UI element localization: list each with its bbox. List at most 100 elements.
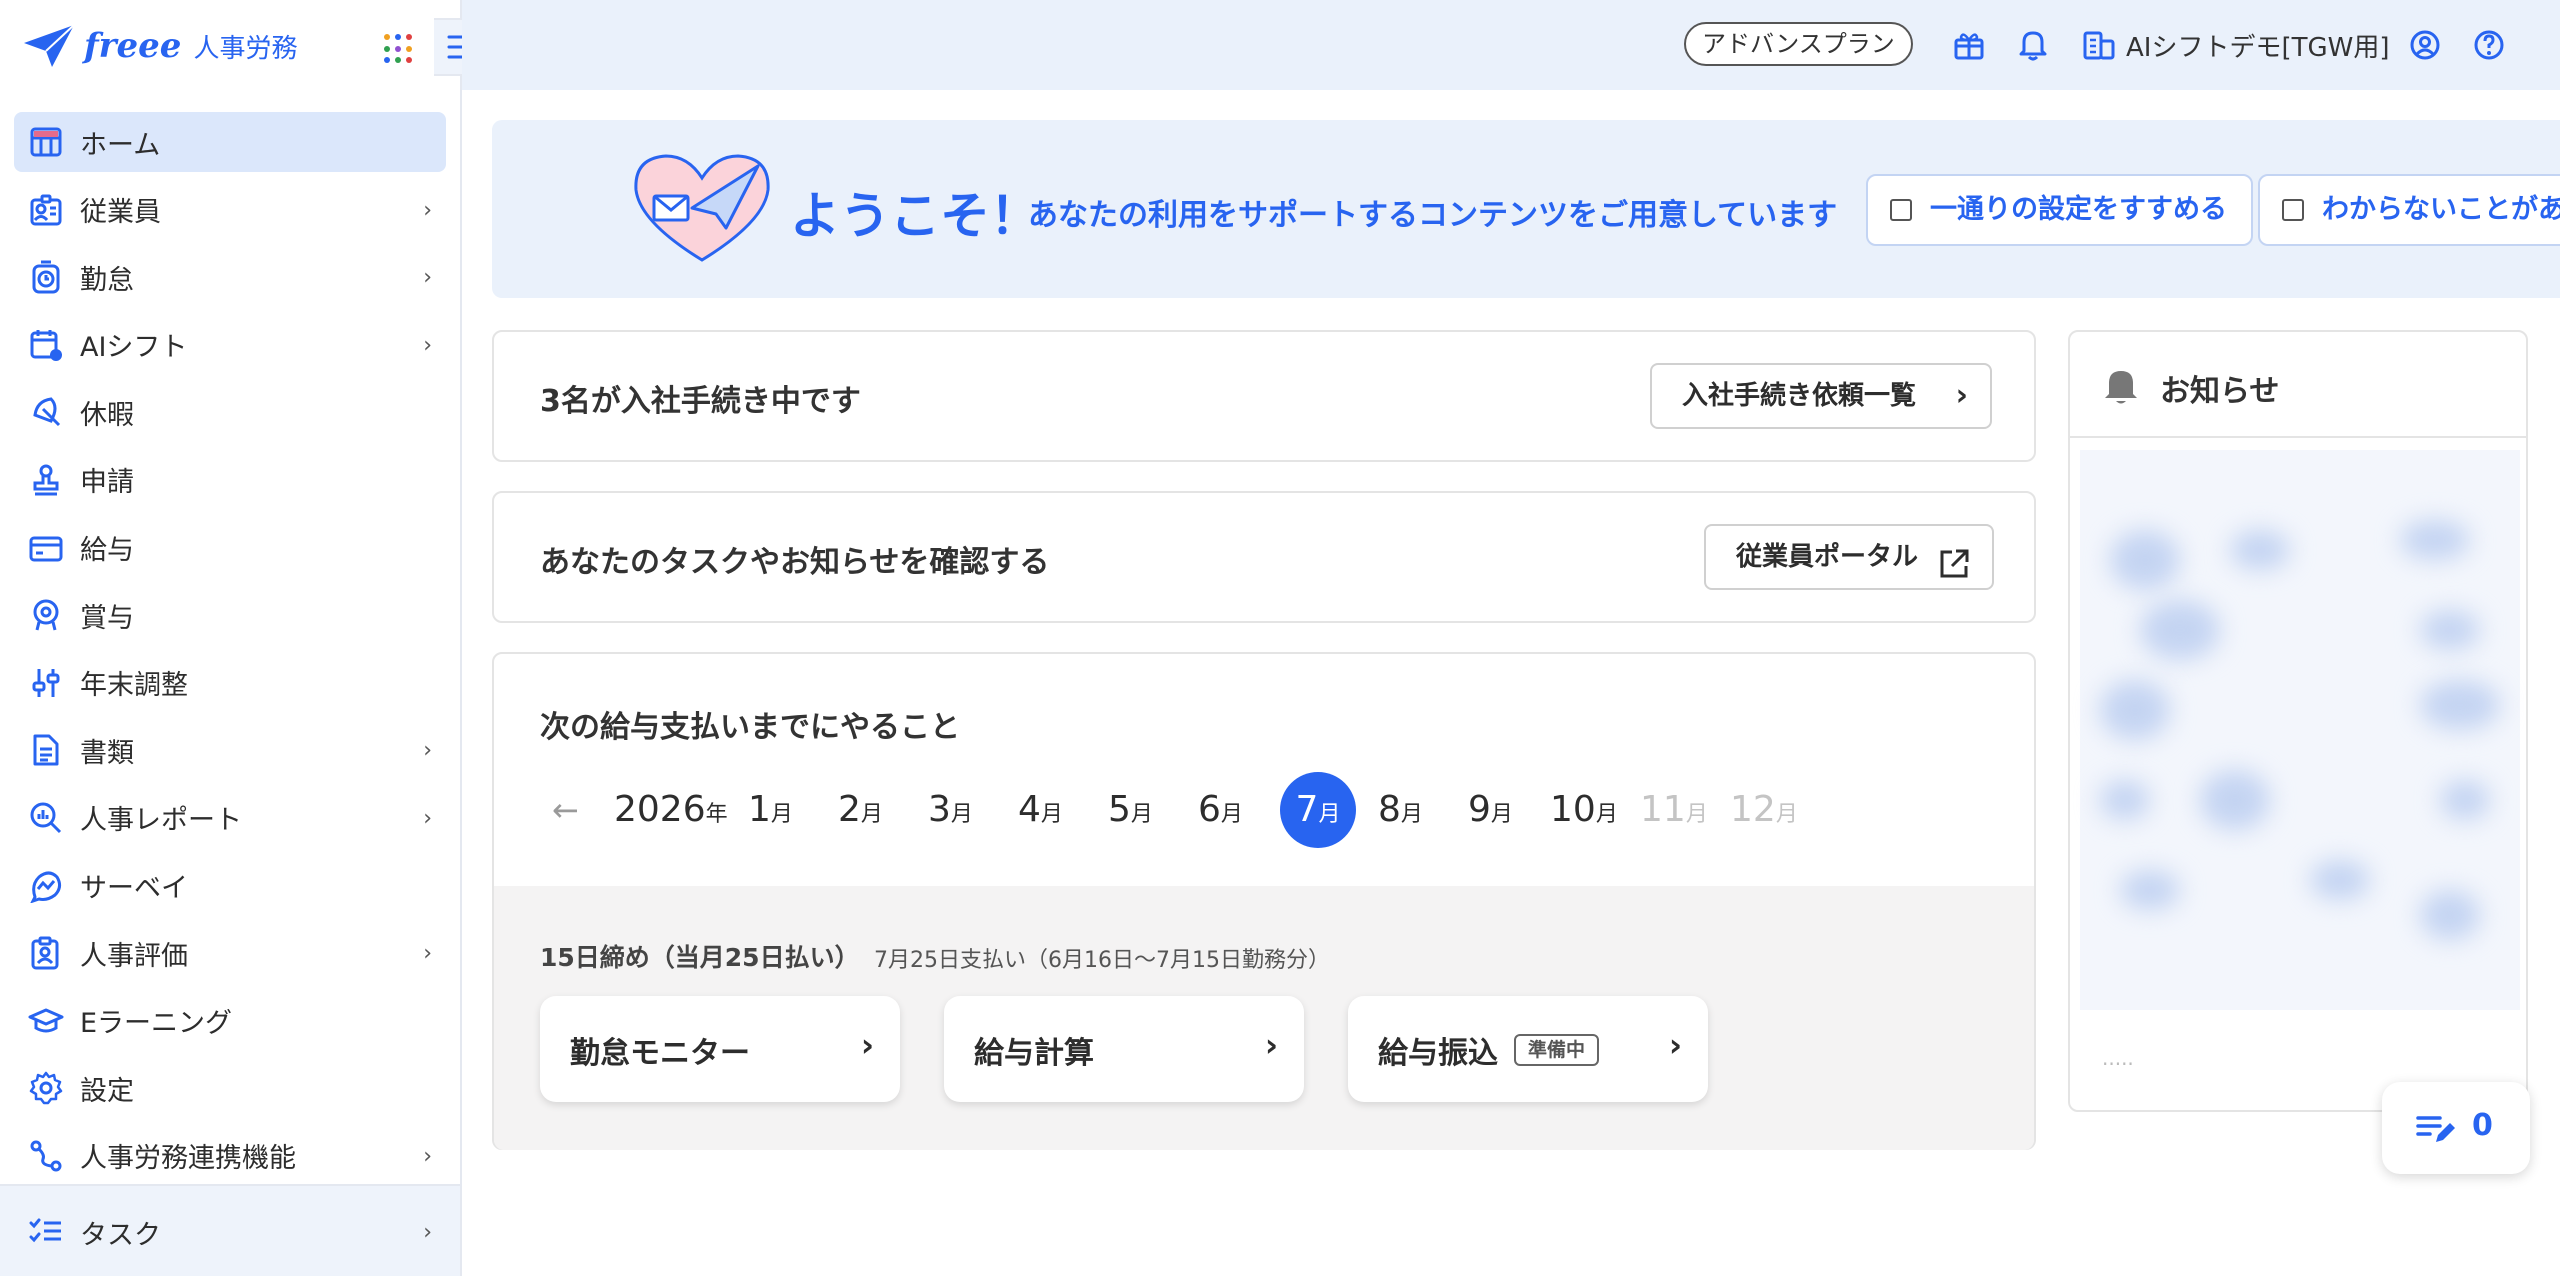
month-3[interactable]: 3月	[928, 772, 973, 848]
stopwatch-icon	[28, 259, 64, 295]
sidebar-item-label: AIシフト	[80, 332, 188, 364]
help-icon[interactable]	[2470, 26, 2508, 64]
sidebar-item-attendance[interactable]: 勤怠 ›	[14, 247, 446, 307]
month-4[interactable]: 4月	[1018, 772, 1063, 848]
month-8[interactable]: 8月	[1378, 772, 1423, 848]
sidebar-item-label: 年末調整	[80, 670, 188, 702]
chevron-right-icon: ›	[423, 738, 432, 764]
document-icon	[28, 732, 64, 768]
sidebar-item-evaluation[interactable]: 人事評価 ›	[14, 923, 446, 983]
onboarding-title: 3名が入社手続き中です	[540, 384, 861, 419]
sidebar-item-ai-shift[interactable]: AIシフト ›	[14, 315, 446, 375]
month-7-selected[interactable]: 7月	[1280, 772, 1356, 848]
step-label: 給与振込	[1378, 1036, 1498, 1071]
sidebar-item-elearning[interactable]: Eラーニング	[14, 991, 446, 1051]
month-1[interactable]: 1月	[748, 772, 793, 848]
heart-envelope-illustration	[634, 154, 770, 262]
sidebar-item-settings[interactable]: 設定	[14, 1058, 446, 1118]
bell-icon	[2105, 371, 2137, 404]
notice-header: お知らせ	[2070, 332, 2526, 438]
employee-card-icon	[28, 192, 64, 228]
sidebar-item-label: 勤怠	[80, 264, 134, 296]
employee-portal-button[interactable]: 従業員ポータル	[1704, 524, 1995, 590]
brand-name: freee	[84, 26, 182, 66]
setup-guide-button[interactable]: 一通りの設定をすすめる	[1866, 174, 2253, 246]
sidebar-item-label: Eラーニング	[80, 1008, 233, 1040]
status-badge: 準備中	[1514, 1034, 1600, 1066]
sliders-icon	[28, 665, 64, 701]
notice-more-link[interactable]: ·····	[2102, 1052, 2134, 1076]
paper-plane-logo-icon	[24, 24, 75, 67]
sidebar-nav: ホーム 従業員 › 勤怠 › AIシフト › 休暇 申請 給与 賞与 年末調整 …	[14, 112, 446, 1194]
account-icon[interactable]	[2406, 26, 2444, 64]
onboarding-list-button[interactable]: 入社手続き依頼一覧 ›	[1650, 363, 1993, 429]
company-switcher[interactable]: AIシフトデモ[TGW用]	[2082, 22, 2389, 68]
umbrella-icon	[28, 394, 64, 430]
clipboard-person-icon	[28, 935, 64, 971]
sidebar-item-label: タスク	[80, 1219, 161, 1251]
checkbox-icon	[1890, 199, 1912, 221]
notification-bell-icon[interactable]	[2014, 26, 2052, 64]
chevron-right-icon: ›	[1955, 378, 1969, 413]
month-selector: ← 2026年 1月 2月 3月 4月 5月 6月 7月 8月 9月 10月 1…	[540, 772, 1840, 848]
checkbox-icon	[2282, 199, 2304, 221]
logo-row: freee 人事労務	[0, 0, 494, 92]
chevron-right-icon: ›	[423, 332, 432, 358]
sidebar-item-label: 人事労務連携機能	[80, 1143, 296, 1175]
freee-logo[interactable]: freee 人事労務	[22, 18, 297, 74]
arrow-left-icon[interactable]: ←	[552, 772, 579, 848]
sidebar-item-home[interactable]: ホーム	[14, 112, 446, 172]
sidebar-item-label: 人事レポート	[80, 805, 242, 837]
sidebar-item-tasks[interactable]: タスク ›	[14, 1202, 446, 1262]
year-label: 2026年	[614, 789, 728, 830]
medal-icon	[28, 597, 64, 633]
sidebar-item-integrations[interactable]: 人事労務連携機能 ›	[14, 1126, 446, 1186]
chevron-right-icon: ›	[423, 265, 432, 291]
task-count: 0	[2472, 1108, 2493, 1143]
chevron-right-icon: ›	[860, 1026, 874, 1064]
faq-button[interactable]: わからないことがあ	[2258, 174, 2560, 246]
chevron-right-icon: ›	[423, 941, 432, 967]
month-12-disabled: 12月	[1730, 789, 1798, 830]
chevron-right-icon: ›	[1668, 1026, 1682, 1064]
pay-period-label: 7月25日支払い（6月16日〜7月15日勤務分）	[874, 948, 1330, 973]
task-fab[interactable]: 0	[2382, 1082, 2530, 1174]
sidebar-item-label: 設定	[80, 1075, 134, 1107]
sidebar-item-employees[interactable]: 従業員 ›	[14, 180, 446, 240]
sidebar-item-label: ホーム	[80, 129, 161, 161]
chevron-right-icon: ›	[423, 805, 432, 831]
month-10[interactable]: 10月	[1550, 772, 1618, 848]
sidebar-item-requests[interactable]: 申請	[14, 450, 446, 510]
month-5[interactable]: 5月	[1108, 772, 1153, 848]
notice-content-blurred	[2080, 450, 2520, 1010]
attendance-monitor-button[interactable]: 勤怠モニター ›	[540, 996, 900, 1102]
product-name: 人事労務	[193, 33, 298, 64]
gift-icon[interactable]	[1950, 26, 1988, 64]
sidebar-item-bonus[interactable]: 賞与	[14, 585, 446, 645]
sidebar-item-label: 書類	[80, 737, 134, 769]
month-9[interactable]: 9月	[1468, 772, 1513, 848]
month-2[interactable]: 2月	[838, 772, 883, 848]
month-11-disabled: 11月	[1640, 789, 1708, 830]
sidebar-item-label: 給与	[80, 535, 134, 567]
company-name: AIシフトデモ[TGW用]	[2126, 32, 2390, 63]
building-icon	[2083, 31, 2115, 60]
plan-badge[interactable]: アドバンスプラン	[1684, 22, 1913, 66]
app-switcher-icon[interactable]	[384, 34, 414, 64]
faq-label: わからないことがあ	[2322, 194, 2560, 225]
sidebar-item-documents[interactable]: 書類 ›	[14, 720, 446, 780]
payroll-calculation-button[interactable]: 給与計算 ›	[944, 996, 1304, 1102]
sidebar-item-label: サーベイ	[80, 873, 188, 905]
sidebar-item-leave[interactable]: 休暇	[14, 382, 446, 442]
sidebar-item-hr-report[interactable]: 人事レポート ›	[14, 788, 446, 848]
step-label: 勤怠モニター	[570, 1036, 750, 1071]
sidebar-item-year-end[interactable]: 年末調整	[14, 653, 446, 713]
calendar-clock-icon	[28, 327, 64, 363]
sidebar-item-payroll[interactable]: 給与	[14, 518, 446, 578]
sidebar-item-survey[interactable]: サーベイ	[14, 856, 446, 916]
connection-icon	[28, 1138, 64, 1174]
stamp-icon	[28, 462, 64, 498]
month-6[interactable]: 6月	[1198, 772, 1243, 848]
payroll-transfer-button[interactable]: 給与振込 準備中 ›	[1348, 996, 1708, 1102]
notice-title: お知らせ	[2160, 374, 2280, 409]
